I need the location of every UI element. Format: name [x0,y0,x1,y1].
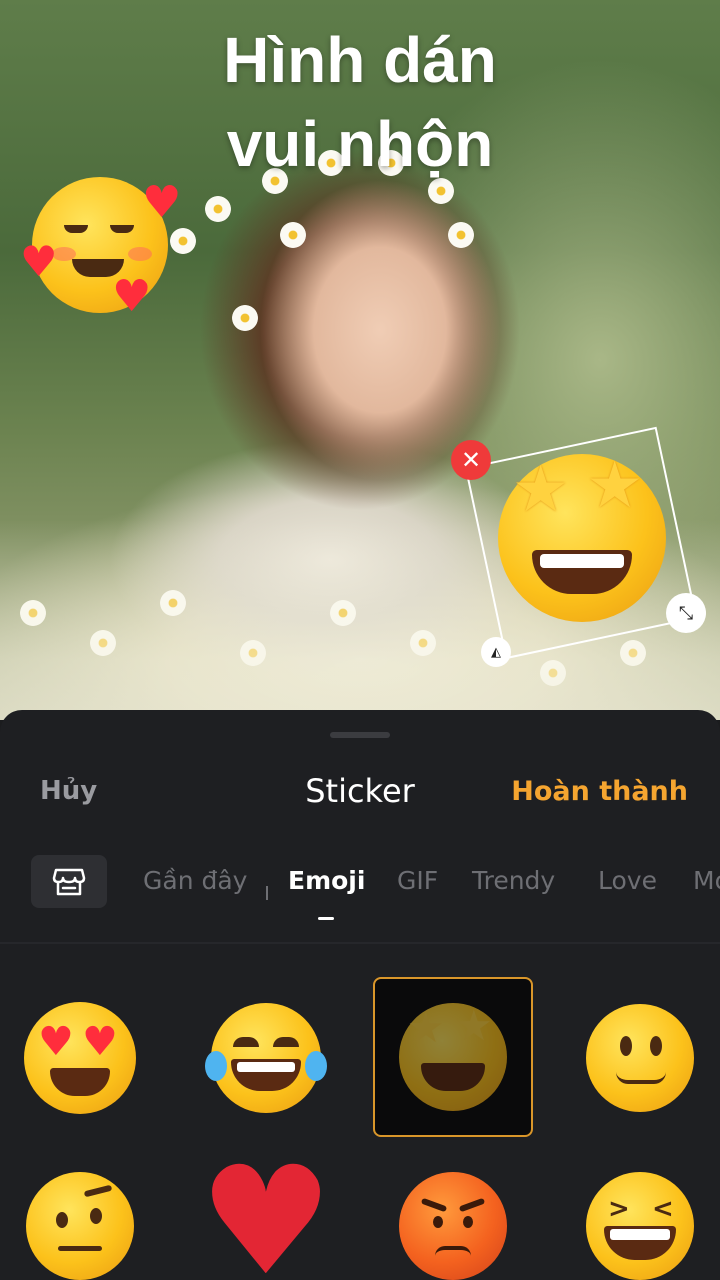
heart-icon: ♥ [112,271,152,322]
emoji-heart-eyes[interactable]: ♥ ♥ [0,978,160,1138]
promo-line-2: vui nhộn [226,108,494,180]
sheet-grabber[interactable] [330,732,390,738]
heart-icon: ♥ [142,177,182,228]
promo-headline: Hình dán vui nhộn [0,18,720,186]
flower-decoration [205,196,231,222]
sticker-selection-frame[interactable] [464,426,698,660]
emoji-star-struck[interactable]: ★ ★ [373,977,533,1137]
raised-eyebrow-icon [26,1172,134,1280]
smiling-face-with-hearts-sticker[interactable]: ♥ ♥ ♥ [20,175,190,325]
tab-trendy[interactable]: Trendy [472,866,555,895]
tab-separator [266,886,268,900]
flip-sticker-icon[interactable]: ◭ [481,637,511,667]
flower-decoration [232,305,258,331]
sticker-store-button[interactable] [31,855,107,908]
angry-face-icon [399,1172,507,1280]
delete-sticker-icon[interactable]: ✕ [451,440,491,480]
tears-of-joy-icon [205,1003,327,1113]
tab-love[interactable]: Love [598,866,657,895]
heart-icon: ♥ [20,237,58,286]
heart-eyes-icon: ♥ ♥ [24,1002,136,1114]
store-icon [52,868,86,895]
done-button[interactable]: Hoàn thành [511,776,688,807]
slightly-smiling-icon [586,1004,694,1112]
squinting-grin-icon: > < [586,1172,694,1280]
red-heart-icon: ♥ [198,1134,334,1280]
emoji-angry-face[interactable] [373,1146,533,1280]
flower-decoration [448,222,474,248]
active-tab-indicator [318,917,334,920]
emoji-tears-of-joy[interactable] [186,978,346,1138]
emoji-red-heart[interactable]: ♥ [186,1142,346,1280]
tab-gif[interactable]: GIF [397,866,438,895]
emoji-slightly-smiling[interactable] [560,978,720,1138]
emoji-raised-eyebrow[interactable] [0,1146,160,1280]
tab-more[interactable]: Mo [693,866,720,895]
emoji-squinting-grin[interactable]: > < [560,1146,720,1280]
flower-decoration [280,222,306,248]
tab-emoji[interactable]: Emoji [288,866,365,895]
sticker-bottom-sheet: Hủy Sticker Hoàn thành Gần đây Emoji GIF… [0,710,720,1280]
resize-handle-icon[interactable]: ⤡ [666,593,706,633]
promo-line-1: Hình dán [223,24,497,96]
sticker-category-tabs: Gần đây Emoji GIF Trendy Love Mo [0,850,720,920]
tab-recent[interactable]: Gần đây [143,866,247,895]
emoji-grid: ♥ ♥ ★ ★ ♥ > < [0,944,720,1280]
star-struck-icon: ★ ★ [399,1003,507,1111]
